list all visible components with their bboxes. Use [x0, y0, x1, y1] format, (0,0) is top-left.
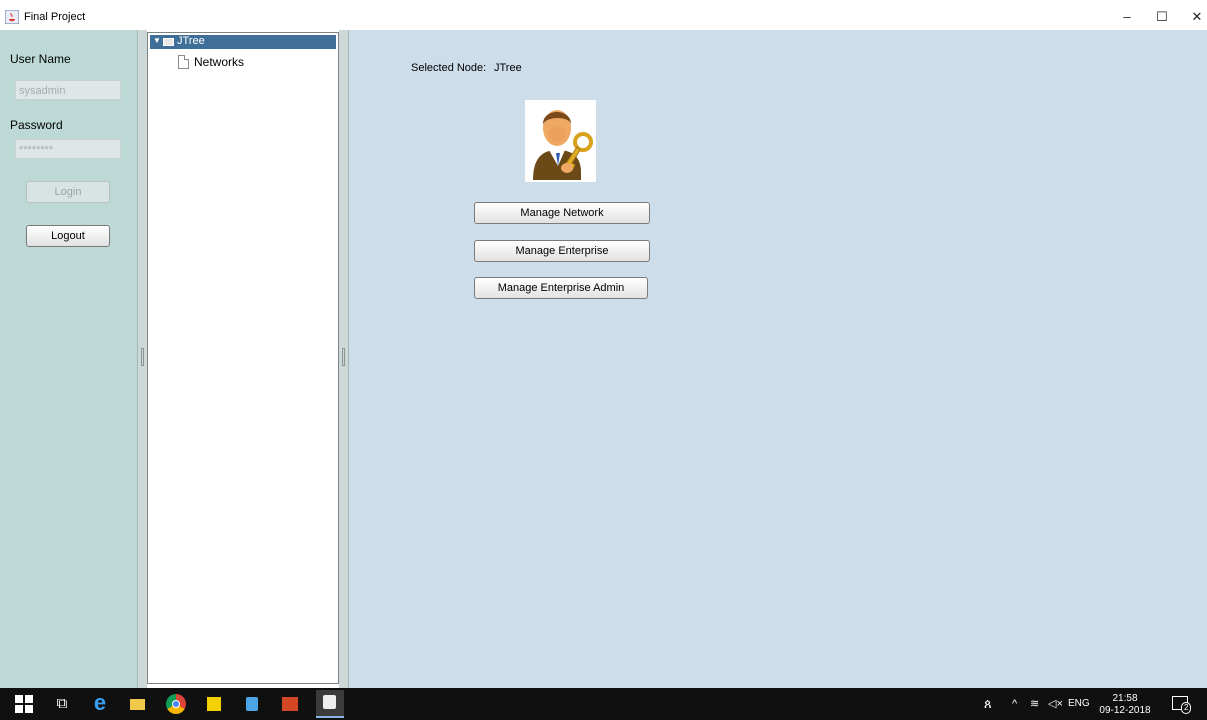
manage-enterprise-admin-button[interactable]: Manage Enterprise Admin: [474, 277, 648, 299]
password-field[interactable]: ********: [15, 139, 121, 159]
username-label: User Name: [10, 52, 71, 66]
volume-muted-icon[interactable]: ◁×: [1048, 688, 1063, 720]
tree-node-label: Networks: [194, 55, 245, 69]
document-icon: [178, 55, 189, 69]
divider-grip[interactable]: [141, 348, 144, 366]
tree-panel: ▼ JTree Networks: [147, 32, 339, 684]
admin-key-icon: [525, 100, 596, 182]
network-icon[interactable]: ≋: [1030, 688, 1039, 720]
maximize-button[interactable]: ☐: [1147, 6, 1177, 28]
sticky-notes-icon[interactable]: [204, 694, 224, 714]
title-bar[interactable]: Final Project – ☐ ✕: [0, 0, 1207, 30]
manage-enterprise-button[interactable]: Manage Enterprise: [474, 240, 650, 262]
divider-grip[interactable]: [342, 348, 345, 366]
password-label: Password: [10, 118, 63, 132]
notification-count-badge: 2: [1181, 702, 1192, 714]
login-button[interactable]: Login: [26, 181, 110, 203]
close-button[interactable]: ✕: [1182, 6, 1207, 28]
show-hidden-icons-icon[interactable]: ^: [1012, 688, 1017, 720]
language-indicator[interactable]: ENG: [1068, 688, 1090, 720]
box-app-icon[interactable]: [242, 694, 262, 714]
clock-date[interactable]: 09-12-2018: [1095, 705, 1155, 716]
logout-button[interactable]: Logout: [26, 225, 110, 247]
manage-network-button[interactable]: Manage Network: [474, 202, 650, 224]
folder-icon: [163, 38, 174, 46]
tree-root-node[interactable]: ▼ JTree: [150, 35, 336, 49]
task-view-icon[interactable]: ⧉: [52, 694, 72, 714]
login-panel: User Name sysadmin Password ******** Log…: [0, 30, 137, 688]
file-explorer-icon[interactable]: [128, 694, 148, 714]
people-icon[interactable]: ጰ: [984, 688, 992, 720]
chrome-icon[interactable]: [166, 694, 186, 714]
selected-node-value: JTree: [494, 62, 522, 74]
username-field[interactable]: sysadmin: [15, 80, 121, 100]
expand-arrow-icon[interactable]: ▼: [153, 36, 161, 45]
java-app-icon: [5, 10, 19, 24]
office-icon[interactable]: [280, 694, 300, 714]
main-panel: Selected Node: JTree Manage Network Mana…: [349, 30, 1207, 688]
clock-time[interactable]: 21:58: [1095, 693, 1155, 704]
tree-root-label: JTree: [177, 35, 205, 47]
selected-node-label: Selected Node:: [411, 62, 487, 74]
java-icon[interactable]: [316, 690, 344, 718]
edge-icon[interactable]: e: [90, 692, 110, 714]
taskbar: ⧉ e ጰ ^ ≋ ◁× ENG 21:58 09-12-2018 2: [0, 688, 1207, 720]
windows-start-icon[interactable]: [14, 694, 34, 714]
minimize-button[interactable]: –: [1112, 6, 1142, 28]
window-title: Final Project: [24, 11, 86, 23]
